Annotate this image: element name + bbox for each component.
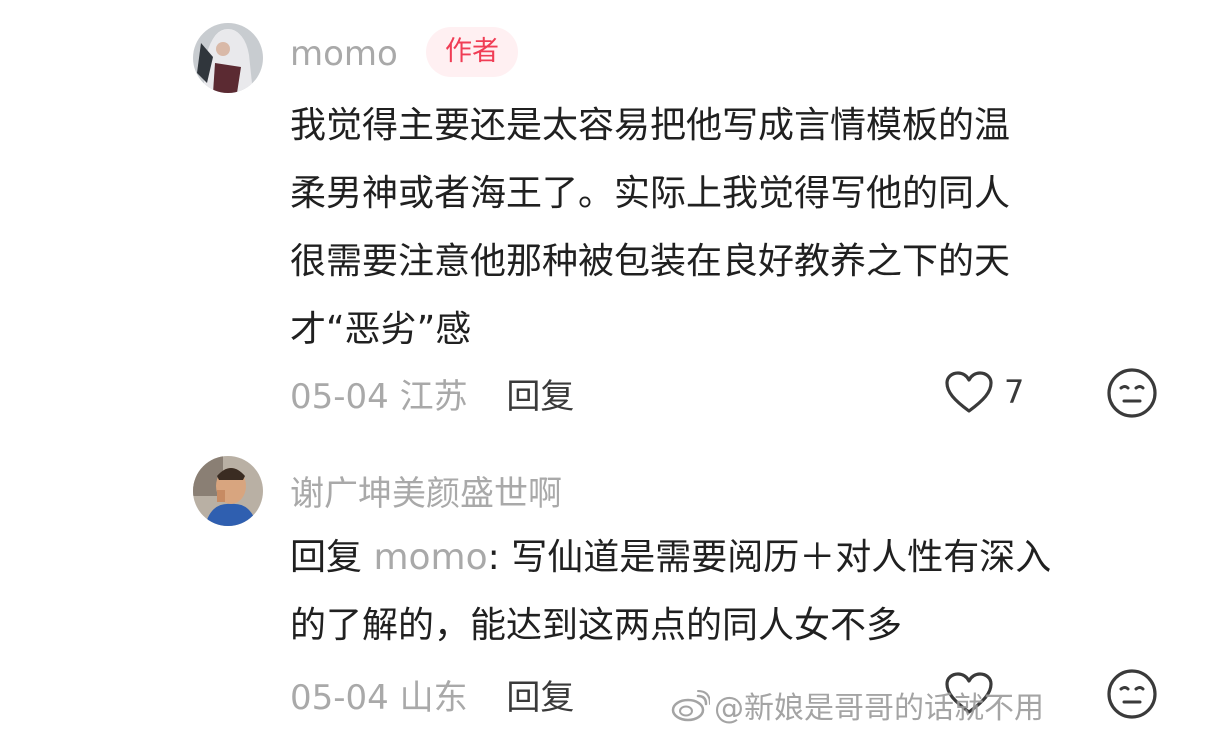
comment-text-line: 我觉得主要还是太容易把他写成言情模板的温	[290, 105, 1011, 146]
author-badge: 作者	[426, 27, 518, 77]
dislike-button[interactable]	[1106, 367, 1158, 419]
comment-text-line: 柔男神或者海王了。实际上我觉得写他的同人	[290, 173, 1011, 214]
comment-meta: 05-04 江苏 回复	[290, 369, 574, 418]
comment-text-line: 回复 momo: 写仙道是需要阅历＋对人性有深入	[290, 524, 1170, 592]
like-button[interactable]	[944, 370, 994, 414]
comment-text-line: 才“恶劣”感	[290, 309, 472, 350]
comment-text-line: 的了解的，能达到这两点的同人女不多	[290, 605, 903, 646]
comment-location: 江苏	[399, 377, 468, 417]
watermark-text: @新娘是哥哥的话就不用	[714, 691, 1044, 726]
comment-text-segment: : 写仙道是需要阅历＋对人性有深入	[487, 537, 1052, 578]
comment-date: 05-04	[290, 678, 389, 718]
comment-meta: 05-04 山东 回复	[290, 670, 574, 719]
comment-text: 我觉得主要还是太容易把他写成言情模板的温 柔男神或者海王了。实际上我觉得写他的同…	[290, 92, 1170, 364]
avatar[interactable]	[193, 23, 263, 93]
comment-text: 回复 momo: 写仙道是需要阅历＋对人性有深入 的了解的，能达到这两点的同人女…	[290, 524, 1170, 660]
comment-username[interactable]: momo	[290, 34, 398, 74]
comment-location: 山东	[399, 678, 468, 718]
reply-target-username[interactable]: momo	[373, 537, 487, 578]
comment-text-line: 很需要注意他那种被包装在良好教养之下的天	[290, 241, 1011, 282]
heart-icon	[945, 371, 993, 413]
like-count: 7	[1004, 373, 1025, 411]
neutral-face-icon	[1107, 368, 1157, 418]
neutral-face-icon	[1107, 669, 1157, 719]
reply-prefix: 回复	[290, 537, 374, 578]
dislike-button[interactable]	[1106, 668, 1158, 720]
reply-button[interactable]: 回复	[506, 678, 574, 718]
reply-button[interactable]: 回复	[506, 377, 574, 417]
comment-date: 05-04	[290, 377, 389, 417]
comment-username[interactable]: 谢广坤美颜盛世啊	[290, 466, 562, 515]
avatar[interactable]	[193, 456, 263, 526]
weibo-logo-icon	[670, 689, 711, 730]
watermark: @新娘是哥哥的话就不用	[670, 683, 1044, 730]
